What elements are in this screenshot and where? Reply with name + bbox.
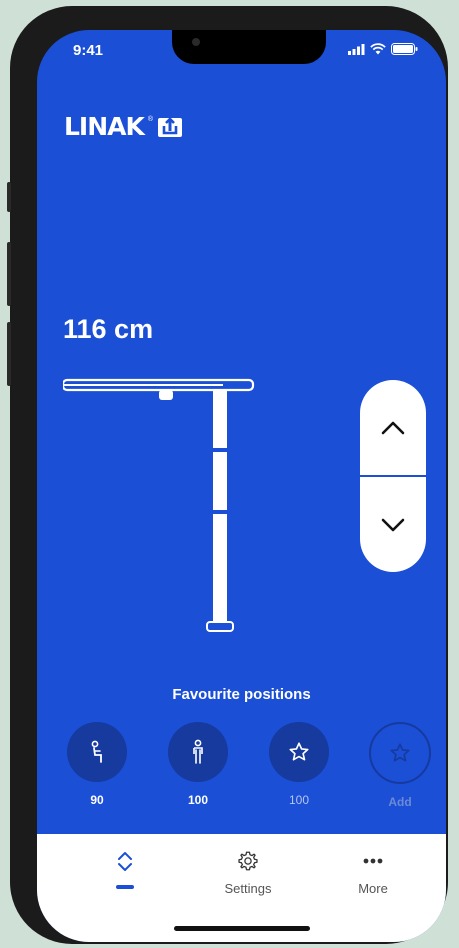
favourite-positions-title: Favourite positions (172, 686, 311, 703)
gear-icon (238, 851, 258, 871)
more-dots-icon (363, 858, 383, 864)
volume-down-button (7, 322, 11, 386)
active-tab-indicator (116, 885, 134, 889)
move-up-button[interactable] (360, 380, 426, 475)
chevron-down-icon (381, 518, 405, 531)
desk-height-readout: 116 cm (63, 314, 154, 344)
logo-wordmark: LINAK (64, 112, 145, 141)
status-time: 9:41 (73, 42, 104, 59)
app-screen: 9:41 LINAK ® 116 cm Favourite positions … (37, 30, 446, 942)
tab-more-label: More (358, 881, 388, 896)
favourite-standing-value: 100 (187, 793, 209, 807)
tab-control[interactable] (85, 850, 165, 889)
star-outline-icon (390, 743, 410, 762)
favourite-standing[interactable]: 100 (167, 722, 229, 807)
star-icon (289, 742, 309, 761)
tab-settings[interactable]: Settings (208, 850, 288, 896)
move-down-button[interactable] (360, 477, 426, 572)
add-favourite-button[interactable] (369, 722, 431, 784)
phone-frame: 9:41 LINAK ® 116 cm Favourite positions … (7, 6, 448, 944)
volume-up-button (7, 242, 11, 306)
mute-switch (7, 182, 11, 212)
tab-more[interactable]: More (333, 850, 413, 896)
favourite-sitting-value: 90 (90, 793, 104, 807)
height-control (360, 380, 426, 572)
tab-settings-label: Settings (224, 881, 272, 896)
notch (172, 30, 326, 64)
favourite-sitting-button[interactable] (67, 722, 127, 782)
chevron-up-icon (381, 421, 405, 434)
desk-illustration (63, 378, 255, 632)
front-camera (192, 38, 200, 46)
up-down-chevrons-icon (118, 852, 132, 871)
sitting-person-icon (91, 740, 102, 763)
favourite-custom[interactable]: 100 (268, 722, 330, 807)
favourite-sitting[interactable]: 90 (66, 722, 128, 807)
signal-icon (348, 43, 365, 55)
linak-logo-icon (158, 116, 183, 137)
registered-mark: ® (147, 116, 154, 123)
standing-person-icon (193, 739, 203, 764)
favourite-add[interactable]: Add (369, 722, 431, 809)
home-indicator (174, 926, 310, 931)
status-icons (348, 43, 418, 55)
add-favourite-label: Add (388, 795, 412, 809)
battery-icon (391, 43, 418, 55)
favourite-custom-button[interactable] (269, 722, 329, 782)
wifi-icon (370, 43, 386, 55)
favourite-standing-button[interactable] (168, 722, 228, 782)
linak-logo: LINAK ® (64, 112, 183, 141)
favourite-custom-value: 100 (288, 793, 310, 807)
